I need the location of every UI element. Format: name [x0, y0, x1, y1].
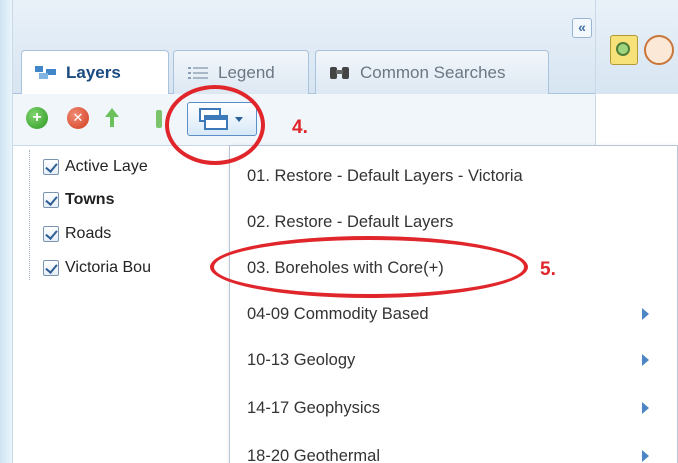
tab-legend-label: Legend [218, 62, 275, 82]
menu-item-restore-default[interactable]: 02. Restore - Default Layers [230, 199, 677, 245]
menu-item-commodity[interactable]: 04-09 Commodity Based [230, 291, 677, 337]
submenu-arrow-icon [642, 354, 649, 366]
menu-item-label: 01. Restore - Default Layers - Victoria [247, 166, 523, 185]
move-up-icon[interactable] [105, 108, 119, 127]
submenu-arrow-icon [642, 402, 649, 414]
layer-presets-menu: 01. Restore - Default Layers - Victoria … [229, 145, 678, 463]
tab-common-searches[interactable]: Common Searches [315, 50, 549, 94]
checkbox-checked[interactable] [43, 226, 59, 242]
menu-item-geology[interactable]: 10-13 Geology [230, 337, 677, 383]
checkbox-checked[interactable] [43, 192, 59, 208]
annotation-circle-step5 [210, 236, 528, 298]
tree-item-towns[interactable]: Towns [43, 185, 114, 215]
checkbox-checked[interactable] [43, 159, 59, 175]
menu-item-label: 02. Restore - Default Layers [247, 212, 454, 231]
menu-item-label: 18-20 Geothermal [247, 446, 380, 463]
zoom-in-tool-icon[interactable] [610, 35, 638, 65]
move-down-icon[interactable] [156, 110, 162, 128]
tree-item-label: Roads [65, 225, 112, 242]
menu-item-label: 14-17 Geophysics [247, 398, 380, 417]
tab-layers-label: Layers [66, 63, 121, 82]
annotation-label-step5: 5. [540, 259, 556, 280]
tree-connector [29, 150, 30, 280]
menu-item-label: 04-09 Commodity Based [247, 304, 429, 323]
left-page-edge [0, 0, 12, 463]
tab-legend[interactable]: Legend [173, 50, 309, 94]
menu-item-geothermal[interactable]: 18-20 Geothermal [230, 433, 677, 463]
submenu-arrow-icon [642, 450, 649, 462]
remove-layer-button[interactable]: ✕ [67, 107, 89, 129]
tree-item-active-layers[interactable]: Active Laye [43, 152, 148, 182]
checkbox-checked[interactable] [43, 260, 59, 276]
collapse-panel-button[interactable]: « [572, 18, 592, 38]
menu-item-label: 10-13 Geology [247, 350, 356, 369]
menu-item-geophysics[interactable]: 14-17 Geophysics [230, 385, 677, 431]
tree-item-label: Towns [65, 191, 115, 208]
layers-icon [34, 64, 58, 82]
legend-list-icon [186, 64, 210, 82]
binoculars-icon [328, 64, 352, 82]
annotation-circle-step4 [165, 85, 265, 165]
submenu-arrow-icon [642, 308, 649, 320]
tab-common-searches-label: Common Searches [360, 62, 506, 82]
tab-layers[interactable]: Layers [21, 50, 169, 95]
tree-item-label: Active Laye [65, 158, 148, 175]
add-layer-button[interactable]: + [26, 107, 48, 129]
tree-item-label: Victoria Bou [65, 259, 151, 276]
menu-item-restore-victoria[interactable]: 01. Restore - Default Layers - Victoria [230, 153, 677, 199]
zoom-out-tool-icon[interactable] [644, 35, 674, 65]
tree-item-victoria-boundary[interactable]: Victoria Bou [43, 253, 151, 283]
app-screen: « Layers Legend Common Searches + ✕ Acti… [0, 0, 678, 463]
tree-item-roads[interactable]: Roads [43, 219, 111, 249]
annotation-label-step4: 4. [292, 117, 308, 138]
